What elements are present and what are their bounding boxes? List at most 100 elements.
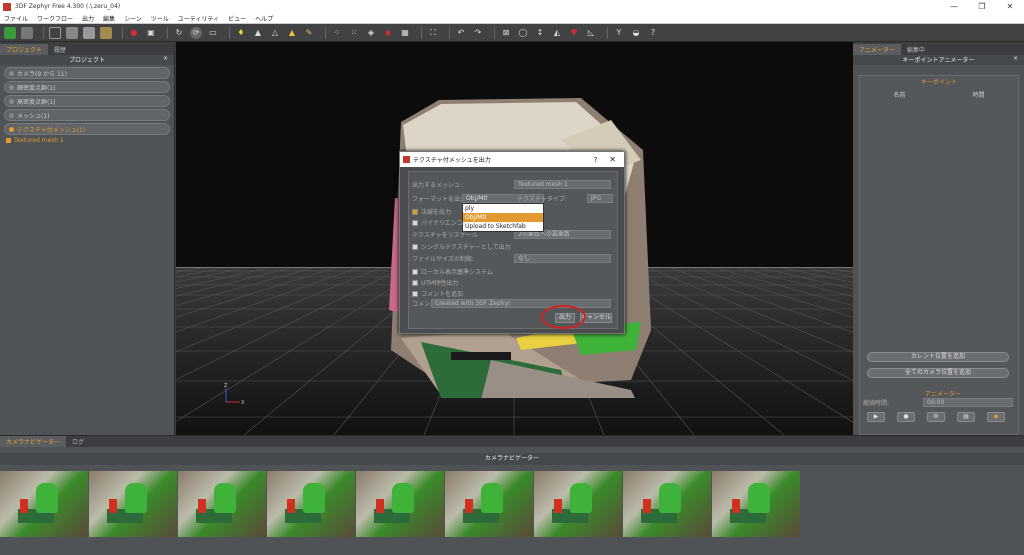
camera-list-icon[interactable] <box>49 26 61 39</box>
camera-icon[interactable]: ▣ <box>145 27 157 39</box>
fit-view-icon[interactable]: ⛶ <box>427 27 439 39</box>
group-sparse-cloud[interactable]: 疎密度点群(1) <box>4 81 170 93</box>
tab-animator[interactable]: アニメーター <box>853 44 901 55</box>
menu-export[interactable]: 出力 <box>82 14 94 23</box>
close-button[interactable]: ✕ <box>996 2 1024 11</box>
menu-scene[interactable]: シーン <box>124 14 142 23</box>
camera-thumbnail[interactable] <box>89 471 177 537</box>
save-icon[interactable]: ▤ <box>957 412 975 422</box>
tree-item-textured-mesh[interactable]: Textured mesh 1 <box>6 137 168 144</box>
tab-log[interactable]: ログ <box>66 436 90 447</box>
triangle-outline-icon[interactable]: △ <box>269 27 281 39</box>
group-dense-cloud[interactable]: 高密度点群(1) <box>4 95 170 107</box>
binary-encode-checkbox[interactable] <box>412 219 418 226</box>
menu-workflow[interactable]: ワークフロー <box>37 14 73 23</box>
camera-thumbnail[interactable] <box>0 471 88 537</box>
menu-view[interactable]: ビュー <box>228 14 246 23</box>
heart-check-icon[interactable]: ♥ <box>568 27 580 39</box>
texture-type-select[interactable]: JPG <box>587 194 613 203</box>
dense-cloud-icon[interactable] <box>83 26 95 39</box>
project-panel-header: プロジェクト × <box>0 55 174 65</box>
format-option-obj[interactable]: Obj/Mtl <box>463 213 543 222</box>
fork-icon[interactable]: Y <box>613 27 625 39</box>
single-texture-checkbox[interactable] <box>412 243 418 250</box>
format-option-sketchfab[interactable]: Upload to Sketchfab <box>463 222 543 231</box>
camera-navigator-panel: カメラナビゲーター ログ カメラナビゲーター <box>0 435 1024 555</box>
settings-icon[interactable]: ⚙ <box>927 412 945 422</box>
new-project-icon[interactable] <box>4 26 16 39</box>
menu-edit[interactable]: 編集 <box>103 14 115 23</box>
brush-icon[interactable]: ✎ <box>303 27 315 39</box>
mesh-select[interactable]: Textured mesh 1 <box>514 180 611 189</box>
toolbar-separator <box>607 26 608 39</box>
group-label: カメラ(9 から 11) <box>17 70 67 78</box>
mask-icon[interactable]: ◒ <box>630 27 642 39</box>
measure-icon[interactable]: ◺ <box>585 27 597 39</box>
group-textured-mesh[interactable]: テクスチャ付メッシュ(1) <box>4 123 170 135</box>
maximize-button[interactable]: ❐ <box>968 2 996 11</box>
filesize-select[interactable]: なし <box>514 254 611 263</box>
dots-grid-icon[interactable]: ⁙ <box>348 27 360 39</box>
rect-select-icon[interactable]: ▭ <box>207 27 219 39</box>
open-project-icon[interactable] <box>21 26 33 39</box>
close-icon[interactable]: ✕ <box>609 155 616 164</box>
add-all-camera-positions-button[interactable]: 全てのカメラ位置を追加 <box>867 368 1009 378</box>
close-icon[interactable]: × <box>163 55 168 62</box>
group-cameras[interactable]: カメラ(9 から 11) <box>4 67 170 79</box>
camera-thumbnail[interactable] <box>534 471 622 537</box>
refresh-icon[interactable]: ↻ <box>173 27 185 39</box>
sparse-cloud-icon[interactable] <box>66 26 78 39</box>
dialog-titlebar: テクスチャ付メッシュを出力 ? ✕ <box>400 152 624 167</box>
cube-icon[interactable]: ◈ <box>365 27 377 39</box>
menu-utilities[interactable]: ユーティリティ <box>178 14 219 23</box>
duration-input[interactable]: 00:00 <box>923 398 1013 407</box>
light-icon[interactable]: ♦ <box>235 27 247 39</box>
camera-thumbnail[interactable] <box>445 471 533 537</box>
minimize-button[interactable]: — <box>940 2 968 11</box>
rotate-icon[interactable]: ◯ <box>517 27 529 39</box>
camera-thumbnail[interactable] <box>356 471 444 537</box>
warning-icon[interactable]: ▲ <box>286 27 298 39</box>
tab-camera-navigator[interactable]: カメラナビゲーター <box>0 436 67 447</box>
toolbar-separator <box>421 26 422 39</box>
orbit-icon[interactable]: ⟳ <box>190 26 202 39</box>
local-coord-checkbox[interactable] <box>412 268 418 275</box>
close-icon[interactable]: × <box>1013 55 1018 62</box>
undo-icon[interactable]: ↶ <box>455 27 467 39</box>
triangle-icon[interactable]: ▲ <box>252 27 264 39</box>
tab-history[interactable]: 履歴 <box>48 44 72 55</box>
record-icon[interactable]: ◉ <box>987 412 1005 422</box>
add-current-position-button[interactable]: カレント位置を追加 <box>867 352 1009 362</box>
redo-icon[interactable]: ↷ <box>472 27 484 39</box>
group-label: メッシュ(1) <box>17 112 50 120</box>
camera-thumbnail[interactable] <box>712 471 800 537</box>
marker-icon[interactable]: ● <box>128 27 140 39</box>
stop-icon[interactable]: ● <box>897 412 915 422</box>
plane-icon[interactable]: ◭ <box>551 27 563 39</box>
target-icon[interactable]: ◉ <box>382 27 394 39</box>
tab-editing[interactable]: 編集中 <box>901 44 931 55</box>
menu-tools[interactable]: ツール <box>151 14 169 23</box>
format-option-ply[interactable]: ply <box>463 204 543 213</box>
mesh-icon[interactable] <box>100 26 112 39</box>
group-mesh[interactable]: メッシュ(1) <box>4 109 170 121</box>
textured-mesh-icon <box>9 126 14 132</box>
menu-file[interactable]: ファイル <box>4 14 28 23</box>
comment-input[interactable]: Created with 3DF Zephyr <box>431 299 611 308</box>
move-vertical-icon[interactable]: ↕ <box>534 27 546 39</box>
camera-thumbnail[interactable] <box>623 471 711 537</box>
add-comment-checkbox[interactable] <box>412 290 418 297</box>
grid-icon[interactable]: ▦ <box>399 27 411 39</box>
thumbnail-kermit <box>214 483 236 513</box>
tab-project[interactable]: プロジェクト <box>0 44 49 55</box>
help-icon[interactable]: ? <box>647 27 659 39</box>
dots-icon[interactable]: ⁘ <box>331 27 343 39</box>
transform-icon[interactable]: ⊠ <box>500 27 512 39</box>
help-icon[interactable]: ? <box>594 156 598 164</box>
camera-thumbnail[interactable] <box>267 471 355 537</box>
utm-checkbox[interactable] <box>412 279 418 286</box>
export-normals-checkbox[interactable] <box>412 208 418 215</box>
camera-thumbnail[interactable] <box>178 471 266 537</box>
play-icon[interactable]: ▶ <box>867 412 885 422</box>
menu-help[interactable]: ヘルプ <box>255 14 273 23</box>
